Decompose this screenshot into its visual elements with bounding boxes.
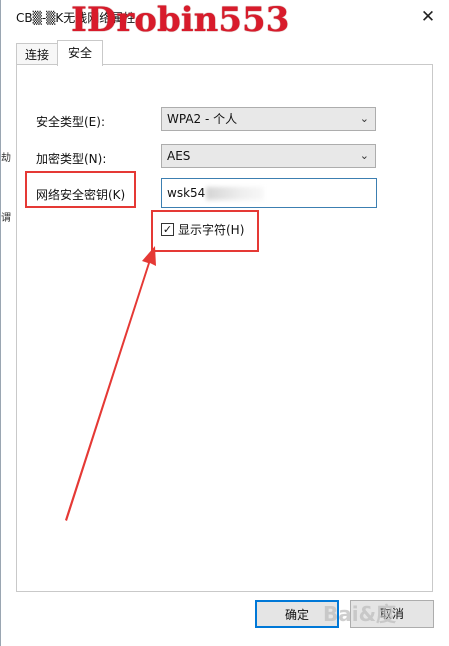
tab-security[interactable]: 安全 [57,40,104,66]
arrow-shaft [65,246,156,521]
annotation-arrow [65,246,156,521]
corner-watermark: Bai&度 [323,602,397,626]
wireless-properties-dialog: CB▒-▒K无线网络属性 IDrobin553 ✕ 劫 谓 连接 安全 安全类型… [0,0,449,646]
